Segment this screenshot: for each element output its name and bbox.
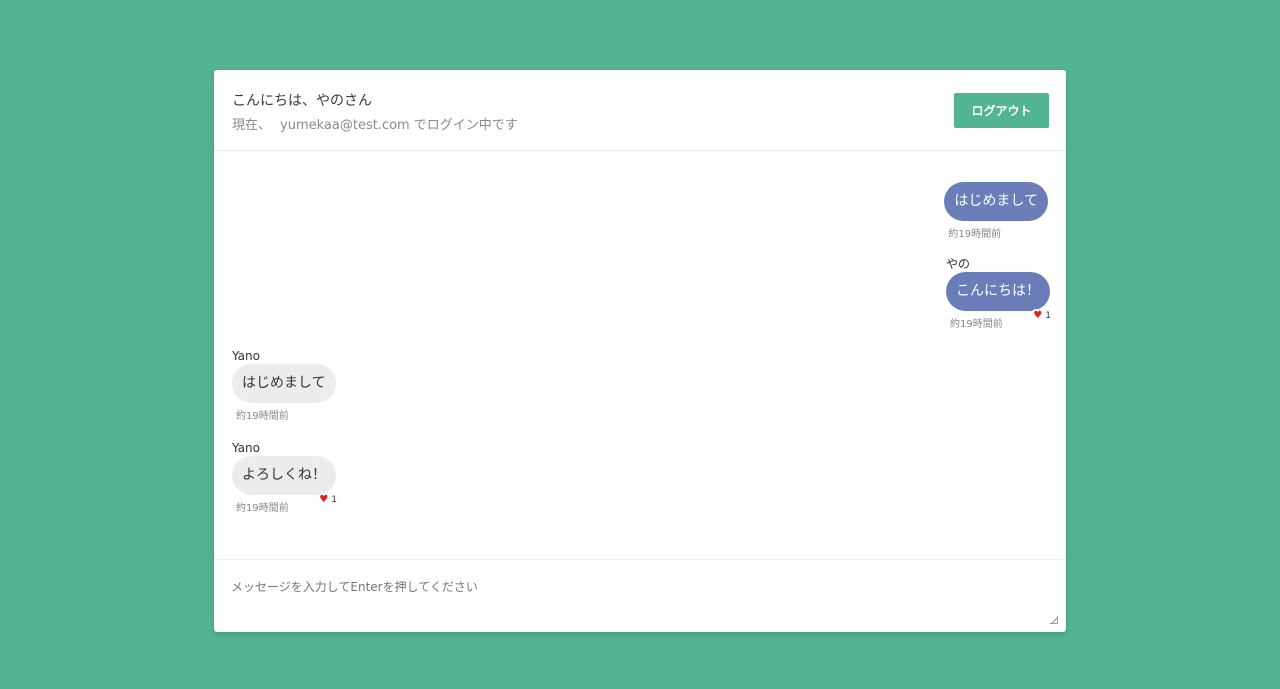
- message-item: はじめまして 約19時間前: [944, 182, 1048, 240]
- message-time: 約19時間前: [948, 229, 1002, 240]
- message-bubble[interactable]: こんにちは！ ♥ 1: [946, 272, 1054, 323]
- like-count: 1: [1045, 311, 1051, 321]
- heart-icon: ♥: [1033, 310, 1043, 321]
- chat-header: こんにちは、やのさん 現在、 yumekaa@test.com でログイン中です ロ…: [214, 70, 1066, 151]
- message-text: よろしくね！: [242, 467, 326, 483]
- message-item: Yano はじめまして 約19時間前: [232, 348, 336, 422]
- message-sender: Yano: [232, 349, 260, 363]
- message-bubble[interactable]: よろしくね！ ♥ 1: [232, 456, 340, 507]
- login-status-suffix: でログイン中です: [413, 118, 518, 133]
- message-item: Yano よろしくね！ ♥ 1 約19時間前: [232, 440, 340, 514]
- composer: [214, 559, 1066, 633]
- like-count: 1: [331, 495, 337, 505]
- resize-handle-icon[interactable]: [1050, 616, 1058, 624]
- message-input[interactable]: [214, 560, 1066, 633]
- message-sender: やの: [946, 257, 971, 271]
- message-text: はじめまして: [954, 193, 1038, 209]
- login-status-prefix: 現在、: [232, 118, 272, 133]
- message-list[interactable]: はじめまして 約19時間前 やの こんにちは！ ♥ 1 約19時間前 Yano …: [214, 152, 1066, 558]
- message-time: 約19時間前: [236, 411, 289, 422]
- logout-button[interactable]: ログアウト: [954, 93, 1049, 128]
- message-text: こんにちは！: [956, 283, 1040, 299]
- login-email: yumekaa@test.com: [280, 118, 410, 133]
- like-badge[interactable]: ♥ 1: [1030, 309, 1054, 323]
- heart-icon: ♥: [319, 494, 329, 505]
- message-bubble[interactable]: はじめまして: [944, 182, 1048, 221]
- message-bubble[interactable]: はじめまして: [232, 364, 336, 403]
- message-item: やの こんにちは！ ♥ 1 約19時間前: [946, 256, 1054, 330]
- message-sender: Yano: [232, 441, 260, 455]
- login-status: 現在、 yumekaa@test.com でログイン中です: [232, 114, 518, 133]
- message-text: はじめまして: [242, 375, 326, 391]
- greeting-text: こんにちは、やのさん: [232, 93, 372, 109]
- like-badge[interactable]: ♥ 1: [316, 493, 340, 507]
- chat-card: こんにちは、やのさん 現在、 yumekaa@test.com でログイン中です ロ…: [214, 70, 1066, 633]
